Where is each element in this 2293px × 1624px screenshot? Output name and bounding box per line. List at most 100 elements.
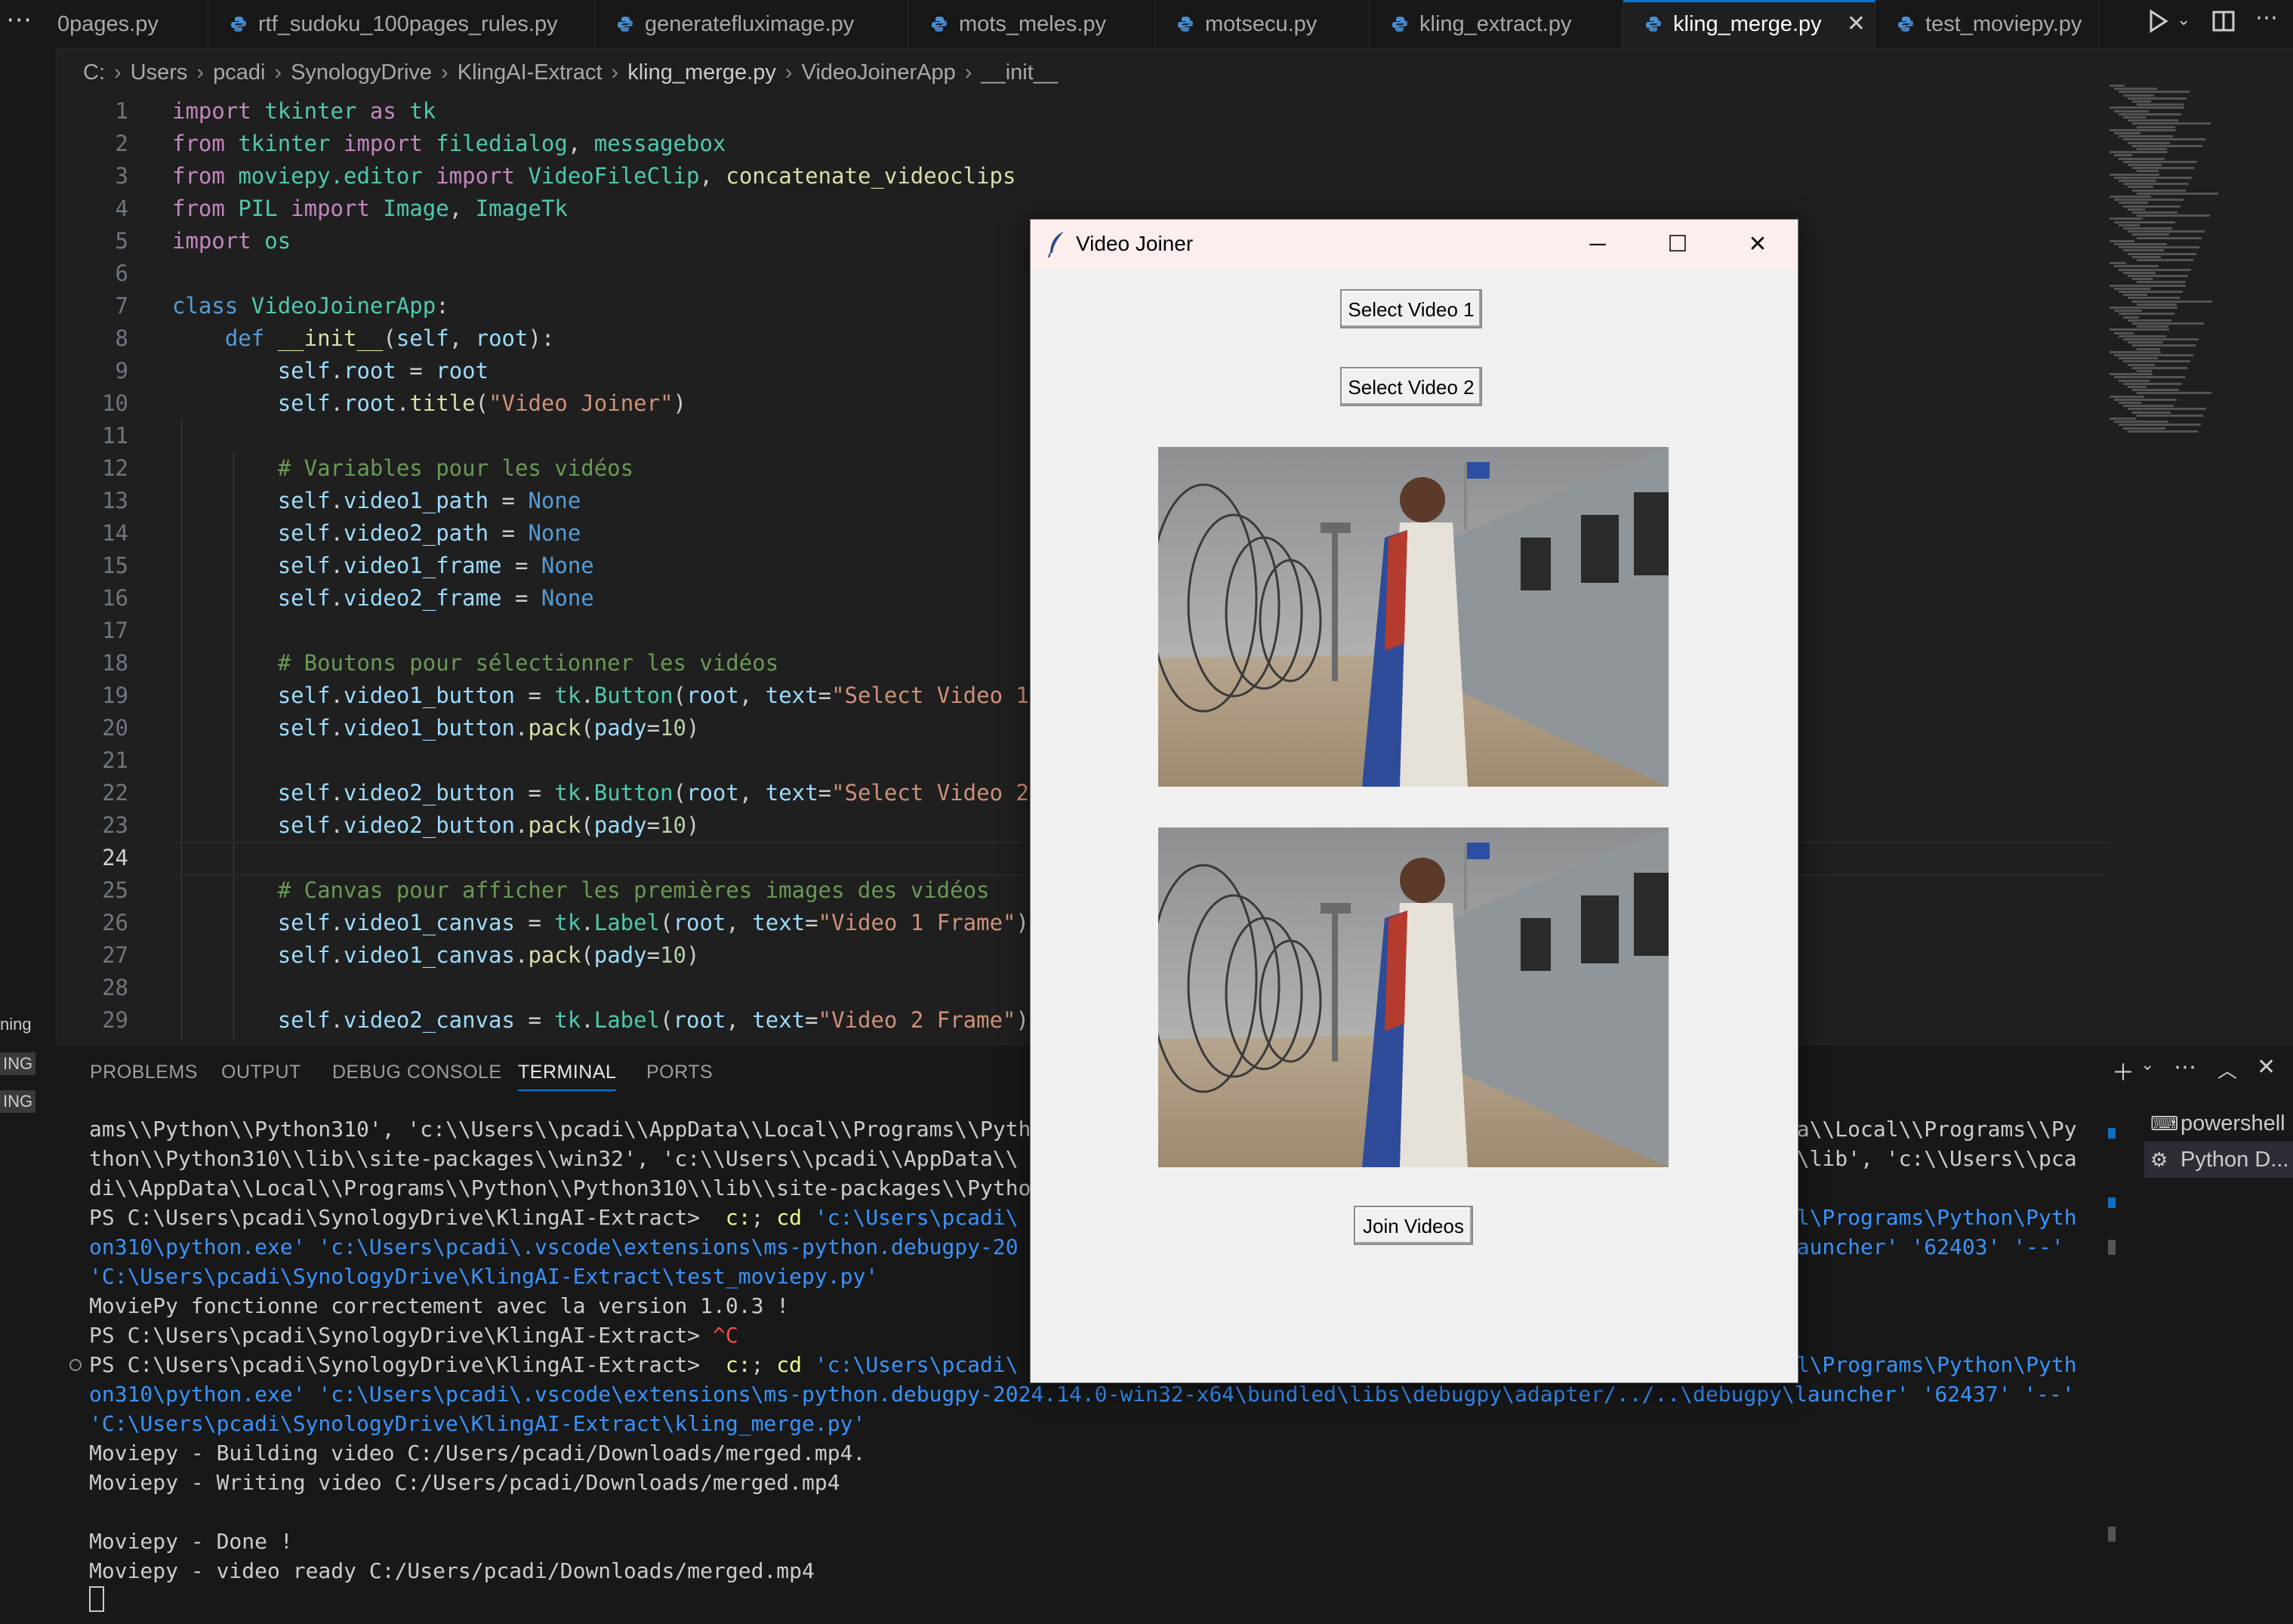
tab-kling_merge-py[interactable]: kling_merge.py ✕ [1623,0,1875,48]
panel-tab-debug-console[interactable]: DEBUG CONSOLE [332,1062,502,1083]
sidebar-label: ning [0,1015,32,1034]
code-line[interactable]: 3 from moviepy.editor import VideoFileCli… [56,160,2110,193]
breadcrumb-item[interactable]: pcadi [213,60,265,85]
terminal-text: 'c:\Users\pcadi\ [814,1352,1019,1377]
minimap-line [2123,382,2182,385]
split-editor-icon[interactable] [2211,9,2236,39]
code-token: = [514,910,555,935]
code-token: : [436,293,449,319]
code-line[interactable]: 2 from tkinter import filedialog, message… [56,128,2110,160]
sidebar-label[interactable]: ING [0,1052,36,1075]
panel-tab-ports[interactable]: PORTS [646,1062,713,1083]
code-text: # Boutons pour sélectionner les vidéos [172,647,778,679]
minimap-line [2114,220,2175,223]
panel-tab-output[interactable]: OUTPUT [221,1062,301,1083]
panel-tab-problems[interactable]: PROBLEMS [90,1062,198,1083]
code-line[interactable]: 1 import tkinter as tk [56,95,2110,128]
tab-mots_meles-py[interactable]: mots_meles.py [909,0,1155,48]
code-token: ImageTk [475,196,568,221]
tab-rtf_sudoku_100pages_rules-py[interactable]: rtf_sudoku_100pages_rules.py [208,0,595,48]
code-token: ( [660,910,673,935]
minimap-line [2128,252,2196,255]
tab-0pages-py[interactable]: 0pages.py [0,0,208,48]
code-token: self [277,942,331,968]
breadcrumb-item[interactable]: __init__ [981,60,1058,85]
terminal-text: ams\\Python\\Python310', 'c:\\Users\\pca… [89,1117,1031,1142]
code-token: self [396,325,449,351]
minimap[interactable] [2110,85,2291,447]
command-decoration-icon[interactable] [69,1359,82,1371]
terminal-text: PS C:\Users\pcadi\SynologyDrive\KlingAI-… [89,1323,713,1348]
breadcrumb-item[interactable]: KlingAI-Extract [458,60,603,85]
code-token: None [528,488,581,513]
minimap-line [2123,138,2205,141]
code-text: self.video1_canvas = tk.Label(root, text… [172,907,1029,939]
code-token: # Variables pour les vidéos [277,455,634,481]
tab-test_moviepy-py[interactable]: test_moviepy.py [1875,0,2099,48]
code-token: from [172,131,225,156]
breadcrumb-item[interactable]: SynologyDrive [291,60,432,85]
code-token: pack [528,715,581,741]
terminal-text: Moviepy - Writing video C:/Users/pcadi/D… [89,1470,840,1495]
select-video-1-button[interactable]: Select Video 1 [1340,289,1482,328]
maximize-icon[interactable]: ☐ [1638,220,1718,270]
more-actions-icon[interactable]: ⋯ [2174,1054,2196,1080]
chevron-down-icon[interactable]: ⌄ [2140,1055,2154,1074]
minimize-icon[interactable]: ─ [1558,220,1638,270]
join-videos-button[interactable]: Join Videos [1354,1206,1473,1245]
code-token: text [752,910,806,935]
minimap-line [2110,307,2177,309]
code-token: = [805,1007,818,1033]
terminal-text: ; [750,1352,777,1377]
minimap-line [2119,135,2173,138]
select-video-2-button[interactable]: Select Video 2 [1340,367,1482,406]
line-number: 15 [102,553,128,578]
terminal-text: ^C [713,1323,738,1348]
code-token: video1_canvas [344,910,515,935]
chevron-down-icon[interactable]: ⌄ [2177,11,2190,29]
minimap-line [2110,217,2143,220]
minimap-line [2128,297,2180,300]
terminal-item-python-debug[interactable]: ⚙ Python D... [2144,1142,2293,1178]
scroll-marker [2108,1240,2116,1255]
tab-motsecu-py[interactable]: motsecu.py [1155,0,1370,48]
code-token: , [738,780,766,806]
add-terminal-icon[interactable]: ＋ [2112,1054,2134,1087]
code-token: . [514,715,529,741]
maximize-panel-icon[interactable]: ︿ [2217,1055,2237,1083]
close-icon[interactable]: ✕ [1718,220,1798,270]
terminal-item-powershell[interactable]: ⌨ powershell [2144,1105,2293,1142]
code-token: concatenate_videoclips [726,163,1016,189]
tab-label: generatefluximage.py [645,12,855,36]
code-token: . [581,780,594,806]
line-number: 4 [115,196,128,221]
tab-kling_extract-py[interactable]: kling_extract.py [1370,0,1623,48]
breadcrumb-item[interactable]: kling_merge.py [627,60,776,85]
code-text: self.video1_path = None [172,485,581,517]
code-token: tk [554,910,581,935]
code-text: self.video2_frame = None [172,582,594,615]
terminal-text: on310\python.exe' 'c:\Users\pcadi\.vscod… [89,1382,2075,1407]
minimap-line [2123,360,2190,363]
breadcrumb-item[interactable]: C: [83,60,105,85]
breadcrumb-item[interactable]: VideoJoinerApp [802,60,956,85]
window-titlebar[interactable]: Video Joiner ─ ☐ ✕ [1031,220,1798,270]
close-tab-icon[interactable]: ✕ [1847,2,1866,46]
panel-tab-terminal[interactable]: TERMINAL [518,1062,617,1091]
run-icon[interactable] [2148,9,2169,39]
tab-generatefluximage-py[interactable]: generatefluximage.py [595,0,909,48]
minimap-line [2114,88,2157,91]
breadcrumb-item[interactable]: Users [131,60,188,85]
line-number: 11 [102,423,128,448]
close-panel-icon[interactable]: ✕ [2257,1054,2276,1080]
sidebar-label[interactable]: ING [0,1090,36,1113]
more-actions-icon[interactable]: ⋯ [2255,5,2278,31]
terminal-prompt[interactable] [89,1585,104,1615]
tab-label: rtf_sudoku_100pages_rules.py [258,12,558,36]
